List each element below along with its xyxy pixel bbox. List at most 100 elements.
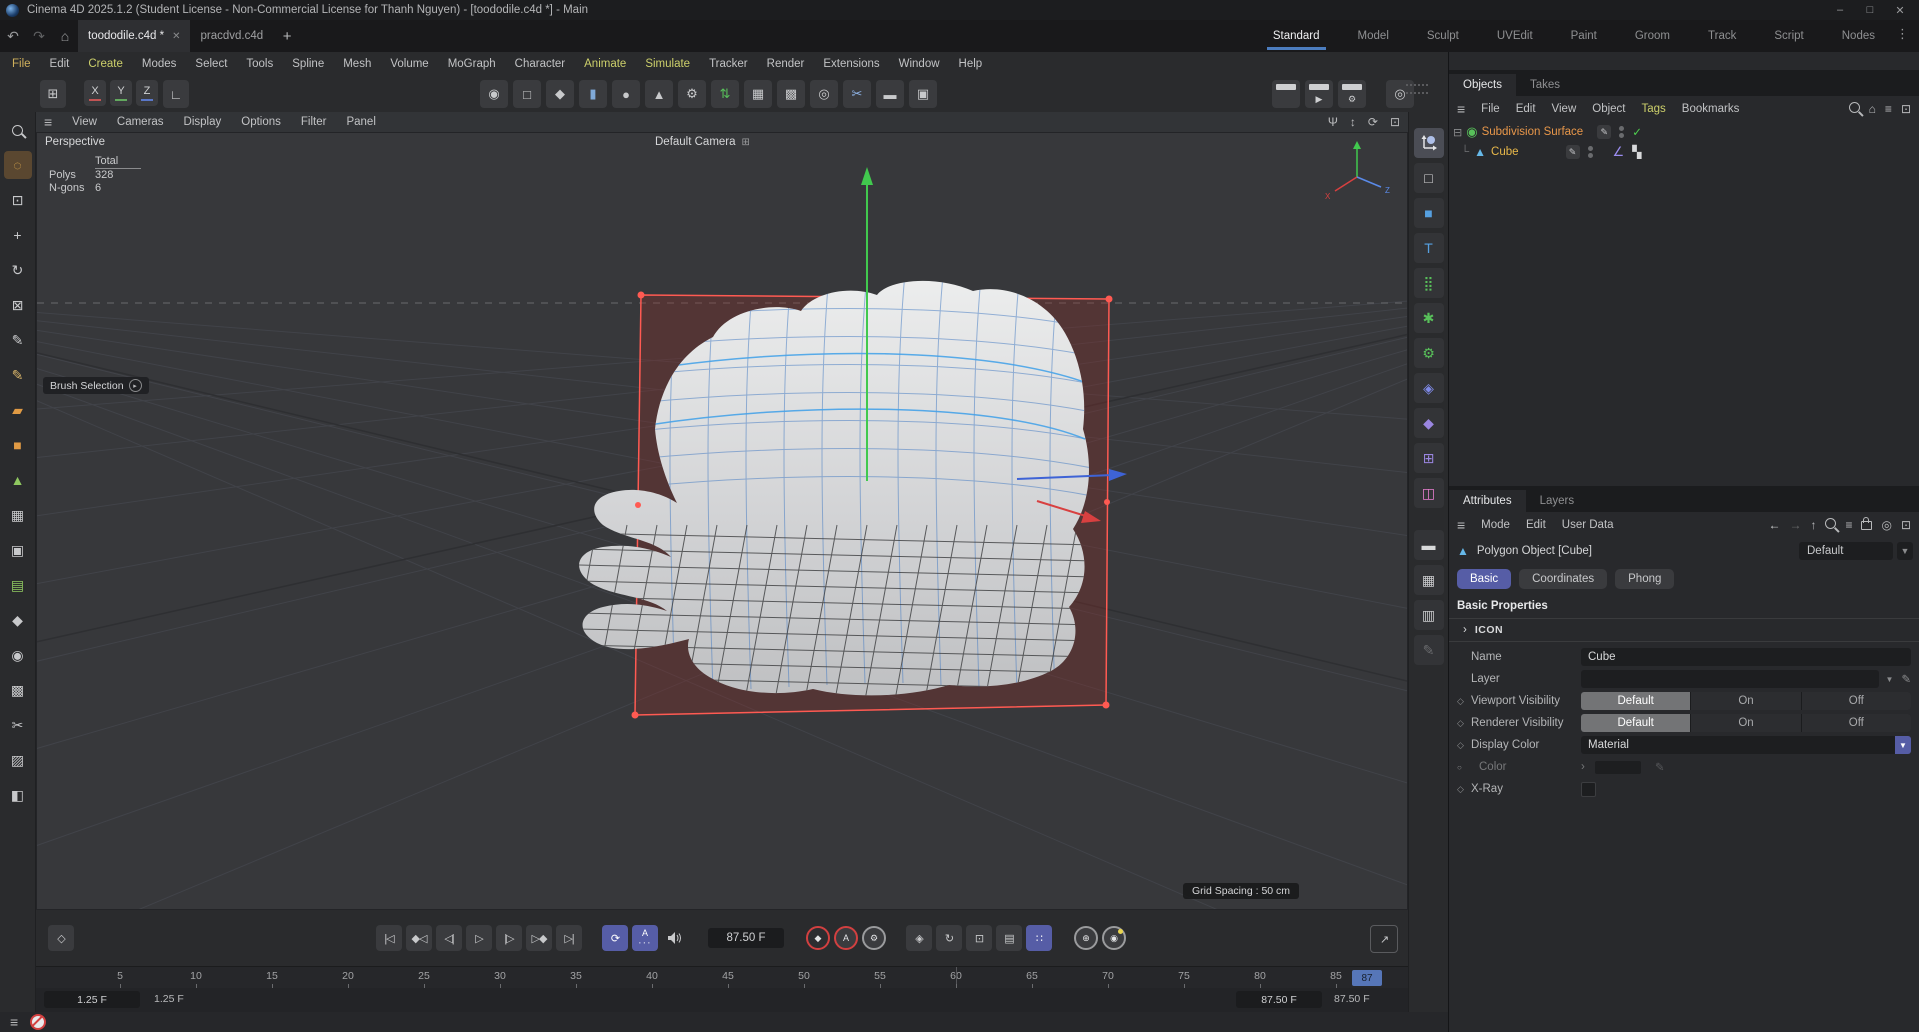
menu-character[interactable]: Character xyxy=(515,58,566,70)
tab-objects[interactable]: Objects xyxy=(1449,74,1516,96)
live-selection-tool-icon[interactable]: ◌ xyxy=(4,151,32,179)
rounded-square-icon[interactable]: □ xyxy=(513,80,541,108)
character-rig-gear-icon[interactable]: ⚙ xyxy=(678,80,706,108)
sculpt-pen-tool-icon[interactable]: ✎ xyxy=(4,361,32,389)
key-parameter-button[interactable]: ▤ xyxy=(996,925,1022,951)
edit-override-icon[interactable]: ✎ xyxy=(1597,125,1611,139)
diamond-anim-icon[interactable]: ◇ xyxy=(1457,718,1471,729)
expand-arrow-icon[interactable]: ▸ xyxy=(129,379,142,392)
plane-primitive-icon[interactable]: ▰ xyxy=(4,396,32,424)
edit-override-icon[interactable]: ✎ xyxy=(1566,145,1580,159)
tab-layers[interactable]: Layers xyxy=(1526,490,1589,512)
icon-group-row[interactable]: › ICON xyxy=(1449,618,1919,642)
vp-menu-filter[interactable]: Filter xyxy=(301,116,327,128)
scale-tool-icon[interactable]: ⊠ xyxy=(4,291,32,319)
attributes-hamburger-icon[interactable]: ≡ xyxy=(1457,517,1465,533)
cube-primitive-icon[interactable]: ■ xyxy=(4,431,32,459)
vp-menu-display[interactable]: Display xyxy=(184,116,222,128)
tree-row-cube[interactable]: └ ▲ Cube ✎ ∠ ▚ xyxy=(1449,142,1919,162)
popout-icon[interactable]: ⊡ xyxy=(1901,518,1911,532)
history-back-icon[interactable]: ← xyxy=(1768,518,1780,532)
axis-modify-icon[interactable]: ⊞ xyxy=(1414,443,1444,473)
objects-popout-icon[interactable]: ⊡ xyxy=(1901,102,1911,116)
timeline-ruler[interactable]: 510152025303540455055606570758085 87 xyxy=(36,966,1408,989)
segment-off[interactable]: Off xyxy=(1802,692,1911,710)
diamond-anim-icon[interactable]: ◇ xyxy=(1457,784,1471,795)
objects-search-icon[interactable] xyxy=(1849,102,1860,116)
key-position-button[interactable]: ◈ xyxy=(906,925,932,951)
render-view-icon[interactable] xyxy=(1272,80,1300,108)
menu-create[interactable]: Create xyxy=(88,58,123,70)
brush-selection-chip[interactable]: Brush Selection ▸ xyxy=(43,377,149,394)
axis-move-mode-icon[interactable] xyxy=(1414,128,1444,158)
next-key-button[interactable]: ▷◆ xyxy=(526,925,552,951)
view-label[interactable]: Perspective xyxy=(45,136,105,148)
loop-playback-icon[interactable]: ⟳ xyxy=(602,925,628,951)
preset-dropdown-arrow-icon[interactable]: ▼ xyxy=(1897,542,1913,560)
target-icon[interactable]: ◎ xyxy=(1881,518,1891,532)
camera-grid-icon[interactable]: ⊞ xyxy=(742,137,750,148)
objects-menu-object[interactable]: Object xyxy=(1592,103,1625,115)
range-end-field[interactable]: 87.50 F xyxy=(1236,991,1322,1008)
goto-start-button[interactable]: |◁ xyxy=(376,925,402,951)
record-keyframe-button[interactable]: ◆ xyxy=(806,926,830,950)
objects-menu-file[interactable]: File xyxy=(1481,103,1500,115)
character-tool-icon[interactable]: ◉ xyxy=(4,641,32,669)
diamond-anim-icon[interactable]: ◇ xyxy=(1457,696,1471,707)
rotate-view-icon[interactable]: ⟳ xyxy=(1368,115,1378,129)
rotate-tool-icon[interactable]: ↻ xyxy=(4,256,32,284)
layout-tab-sculpt[interactable]: Sculpt xyxy=(1425,22,1461,50)
layout-tab-track[interactable]: Track xyxy=(1706,22,1738,50)
simulation-gear-icon[interactable]: ⇅ xyxy=(711,80,739,108)
display-color-dropdown[interactable]: Material xyxy=(1581,736,1895,754)
menu-edit[interactable]: Edit xyxy=(50,58,70,70)
menu-render[interactable]: Render xyxy=(767,58,805,70)
layout-tab-script[interactable]: Script xyxy=(1772,22,1805,50)
symmetry-icon[interactable]: ◫ xyxy=(1414,478,1444,508)
home-icon[interactable]: ⌂ xyxy=(52,28,78,44)
object-name[interactable]: Subdivision Surface xyxy=(1482,126,1584,138)
model-mode-icon[interactable]: ■ xyxy=(1414,198,1444,228)
toggle-views-icon[interactable]: ⊡ xyxy=(1390,115,1400,129)
workplane-icon[interactable]: ⊞ xyxy=(40,80,66,108)
key-scale-button[interactable]: ⊡ xyxy=(966,925,992,951)
play-button[interactable]: ▷ xyxy=(466,925,492,951)
live-selection-ring-icon[interactable]: ◉ xyxy=(480,80,508,108)
render-picture-viewer-icon[interactable]: ▶ xyxy=(1305,80,1333,108)
snap-settings-icon[interactable]: ◈ xyxy=(1414,373,1444,403)
uvw-tag-icon[interactable]: ▚ xyxy=(1632,145,1641,159)
keyframe-diamond-icon[interactable]: ◇ xyxy=(48,925,74,951)
clamp-tool-icon[interactable]: ◧ xyxy=(4,781,32,809)
workplane-mode-icon[interactable]: ◆ xyxy=(1414,408,1444,438)
capsule-icon[interactable]: ▮ xyxy=(579,80,607,108)
landscape-tool-icon[interactable]: ▤ xyxy=(4,571,32,599)
attributes-search-icon[interactable] xyxy=(1825,518,1836,532)
record-active-objects-icon[interactable]: ⊕ xyxy=(1074,926,1098,950)
menu-mograph[interactable]: MoGraph xyxy=(448,58,496,70)
vp-menu-options[interactable]: Options xyxy=(241,116,281,128)
document-tab-toododile[interactable]: toododile.c4d * ✕ xyxy=(78,20,190,52)
key-pla-button[interactable]: ∷ xyxy=(1026,925,1052,951)
y-axis-lock-button[interactable]: Y xyxy=(110,80,132,106)
attr-tab-coordinates[interactable]: Coordinates xyxy=(1519,569,1607,589)
edges-mode-icon[interactable]: ✱ xyxy=(1414,303,1444,333)
layout-tab-uvedit[interactable]: UVEdit xyxy=(1495,22,1535,50)
menu-window[interactable]: Window xyxy=(899,58,940,70)
edit-render-settings-icon[interactable]: ⚙ xyxy=(1338,80,1366,108)
lock-icon[interactable]: ▣ xyxy=(909,80,937,108)
menu-file[interactable]: File xyxy=(12,58,31,70)
timeline-playhead[interactable]: 87 xyxy=(1352,970,1382,986)
display-color-dropdown-arrow-icon[interactable]: ▼ xyxy=(1895,736,1911,754)
segment-default[interactable]: Default xyxy=(1581,714,1690,732)
volume-gear-icon[interactable]: ◎ xyxy=(810,80,838,108)
attr-menu-user-data[interactable]: User Data xyxy=(1562,519,1614,531)
pen-tool-icon[interactable]: ✎ xyxy=(4,326,32,354)
array-tool-icon[interactable]: ▦ xyxy=(4,501,32,529)
layout-tab-groom[interactable]: Groom xyxy=(1633,22,1672,50)
visibility-dots-icon[interactable] xyxy=(1619,126,1624,138)
spline-tools-gear-icon[interactable]: ✂ xyxy=(843,80,871,108)
zoom-icon[interactable]: ↕ xyxy=(1350,115,1356,129)
landscape-icon[interactable]: ▲ xyxy=(645,80,673,108)
layout-tab-paint[interactable]: Paint xyxy=(1569,22,1599,50)
attr-tab-phong[interactable]: Phong xyxy=(1615,569,1674,589)
